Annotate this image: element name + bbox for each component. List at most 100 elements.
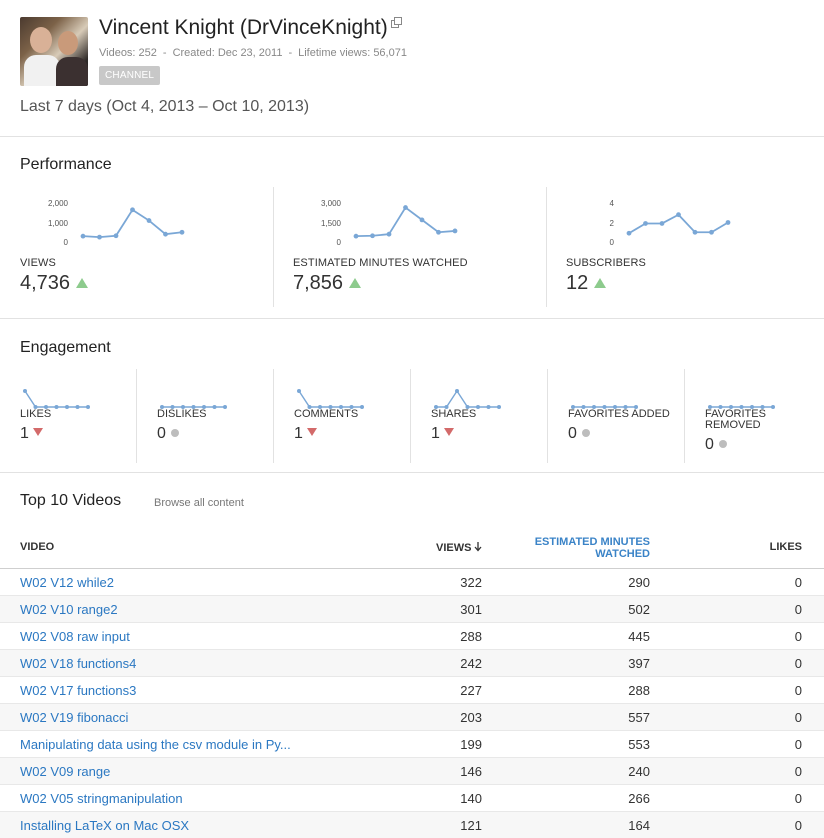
trend-up-icon — [594, 278, 607, 288]
video-likes: 0 — [794, 575, 802, 590]
channel-title[interactable]: Vincent Knight (DrVinceKnight) — [99, 16, 402, 40]
video-minutes: 397 — [628, 656, 650, 671]
channel-meta: Videos: 252- Created: Dec 23, 2011- Lifeti… — [99, 47, 407, 59]
video-title-link[interactable]: W02 V09 range — [20, 764, 110, 779]
sparkline-point — [163, 231, 168, 237]
video-title-link[interactable]: Installing LaTeX on Mac OSX — [20, 818, 189, 833]
table-row[interactable]: W02 V19 fibonacci 203 557 0 — [0, 704, 824, 731]
channel-title-text[interactable]: Vincent Knight (DrVinceKnight) — [99, 16, 388, 39]
video-title-link[interactable]: W02 V10 range2 — [20, 602, 118, 617]
axis-tick-label: 0 — [337, 238, 342, 247]
engagement-value: 1 — [20, 425, 43, 443]
video-title-link[interactable]: W02 V17 functions3 — [20, 683, 136, 698]
column-views[interactable]: VIEWS — [436, 541, 482, 554]
column-minutes-line1[interactable]: ESTIMATED MINUTES — [520, 536, 650, 548]
engagement-value-text: 1 — [20, 425, 29, 442]
table-row[interactable]: W02 V12 while2 322 290 0 — [0, 569, 824, 596]
axis-tick-label: 2 — [610, 219, 615, 228]
column-views-label[interactable]: VIEWS — [436, 542, 471, 554]
table-row[interactable]: W02 V05 stringmanipulation 140 266 0 — [0, 785, 824, 812]
video-minutes: 502 — [628, 602, 650, 617]
channel-button[interactable]: CHANNEL — [99, 66, 161, 85]
video-title-link[interactable]: W02 V12 while2 — [20, 575, 114, 590]
sparkline-point — [386, 231, 392, 237]
video-likes: 0 — [794, 818, 802, 833]
browse-all-link[interactable]: Browse all content — [154, 497, 244, 509]
video-minutes: 445 — [628, 629, 650, 644]
engagement-card-4[interactable]: FAVORITES ADDED 0 — [568, 369, 688, 463]
table-row[interactable]: W02 V17 functions3 227 288 0 — [0, 677, 824, 704]
metric-value: 12 — [566, 272, 607, 295]
engagement-value-text: 1 — [431, 425, 440, 442]
engagement-card-5[interactable]: FAVORITES REMOVED 0 — [705, 369, 824, 463]
performance-card-0[interactable]: 2,000 1,000 0 VIEWS 4,736 — [20, 187, 270, 307]
sparkline-point — [452, 228, 458, 234]
sparkline-point — [692, 229, 698, 235]
sparkline-point — [113, 233, 119, 239]
sparkline-point — [436, 229, 441, 235]
created-date: Created: Dec 23, 2011 — [172, 47, 283, 59]
engagement-value: 1 — [431, 425, 454, 443]
sparkline-point — [659, 221, 665, 226]
video-likes: 0 — [794, 683, 802, 698]
table-row[interactable]: Manipulating data using the csv module i… — [0, 731, 824, 758]
channel-avatar[interactable] — [20, 17, 88, 86]
axis-tick-label: 3,000 — [321, 199, 342, 208]
trend-up-icon — [76, 278, 89, 288]
table-row[interactable]: Installing LaTeX on Mac OSX 121 164 0 — [0, 812, 824, 838]
engagement-label: FAVORITES ADDED — [568, 408, 670, 420]
table-row[interactable]: W02 V09 range 146 240 0 — [0, 758, 824, 785]
sparkline-point — [676, 212, 681, 218]
column-likes[interactable]: LIKES — [760, 541, 802, 553]
top-videos-section: Top 10 Videos Browse all content VIDEO V… — [0, 473, 824, 838]
video-title-link[interactable]: Manipulating data using the csv module i… — [20, 737, 291, 752]
video-views: 288 — [460, 629, 482, 644]
external-link-icon[interactable] — [390, 17, 402, 28]
engagement-card-0[interactable]: LIKES 1 — [20, 369, 140, 463]
video-title-link[interactable]: W02 V05 stringmanipulation — [20, 791, 183, 806]
engagement-card-2[interactable]: COMMENTS 1 — [294, 369, 414, 463]
sparkline-line — [436, 389, 499, 408]
performance-sparkline: 3,000 1,500 0 — [321, 199, 458, 247]
sort-down-icon[interactable] — [474, 542, 482, 552]
sparkline-point — [23, 389, 27, 393]
video-views: 322 — [460, 575, 482, 590]
metric-label: VIEWS — [20, 257, 56, 269]
video-likes: 0 — [794, 629, 802, 644]
trend-neutral-icon — [581, 429, 590, 437]
engagement-section: Engagement LIKES 1 DISLIKES 0 COMMENTS 1 SHARE… — [0, 319, 824, 473]
engagement-value-text: 1 — [294, 425, 303, 442]
performance-card-1[interactable]: 3,000 1,500 0 ESTIMATED MINUTES WATCHED 7,85… — [293, 187, 543, 307]
table-row[interactable]: W02 V08 raw input 288 445 0 — [0, 623, 824, 650]
engagement-title: Engagement — [20, 339, 111, 356]
trend-neutral-icon — [170, 429, 179, 437]
sparkline-point — [146, 218, 152, 223]
performance-card-2[interactable]: 4 2 0 SUBSCRIBERS 12 — [566, 187, 816, 307]
video-views: 301 — [460, 602, 482, 617]
engagement-divider — [136, 369, 137, 463]
table-row[interactable]: W02 V18 functions4 242 397 0 — [0, 650, 824, 677]
column-minutes[interactable]: ESTIMATED MINUTES WATCHED — [520, 536, 650, 560]
engagement-card-3[interactable]: SHARES 1 — [431, 369, 551, 463]
video-title-link[interactable]: W02 V19 fibonacci — [20, 710, 128, 725]
metric-value-text: 4,736 — [20, 272, 71, 294]
video-minutes: 164 — [628, 818, 650, 833]
video-views: 227 — [460, 683, 482, 698]
engagement-card-1[interactable]: DISLIKES 0 — [157, 369, 277, 463]
video-views: 199 — [460, 737, 482, 752]
engagement-label: LIKES — [20, 408, 52, 420]
trend-neutral-icon — [718, 440, 727, 448]
video-title-link[interactable]: W02 V08 raw input — [20, 629, 130, 644]
date-range[interactable]: Last 7 days (Oct 4, 2013 – Oct 10, 2013) — [20, 98, 309, 116]
video-minutes: 240 — [628, 764, 650, 779]
sparkline-point — [419, 217, 425, 223]
table-row[interactable]: W02 V10 range2 301 502 0 — [0, 596, 824, 623]
sparkline-point — [80, 233, 86, 239]
video-minutes: 266 — [628, 791, 650, 806]
column-video[interactable]: VIDEO — [20, 541, 54, 553]
engagement-value: 0 — [157, 425, 179, 443]
performance-title: Performance — [20, 156, 112, 173]
column-minutes-line2[interactable]: WATCHED — [520, 548, 650, 560]
video-title-link[interactable]: W02 V18 functions4 — [20, 656, 136, 671]
sparkline-point — [403, 205, 408, 210]
